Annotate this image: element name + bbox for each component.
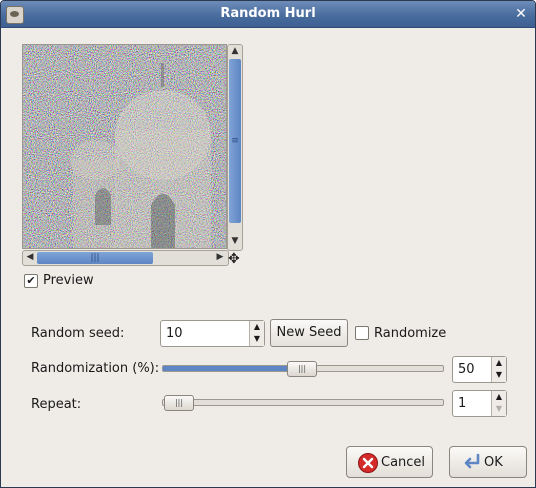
random-seed-stepper[interactable]: ▲ ▼ xyxy=(249,321,264,346)
preview-vertical-scrollbar[interactable]: ▲ ≡ ▼ xyxy=(227,44,243,251)
randomization-slider[interactable]: ||| xyxy=(162,361,444,377)
randomize-label[interactable]: Randomize xyxy=(374,326,446,341)
preview-image[interactable] xyxy=(22,44,227,249)
cancel-button[interactable]: Cancel xyxy=(346,446,433,478)
random-seed-label: Random seed: xyxy=(31,326,125,341)
repeat-value[interactable]: 1 xyxy=(458,396,466,411)
randomization-slider-fill xyxy=(163,366,301,371)
vertical-scroll-thumb[interactable]: ≡ xyxy=(229,59,241,223)
scroll-left-icon[interactable]: ◀ xyxy=(24,252,36,262)
increment-icon[interactable]: ▲ xyxy=(250,321,264,333)
repeat-label: Repeat: xyxy=(31,397,82,412)
repeat-stepper[interactable]: ▲ ▼ xyxy=(491,391,506,416)
preview-canvas xyxy=(23,45,226,248)
random-seed-spinbutton[interactable]: 10 ▲ ▼ xyxy=(160,320,265,347)
decrement-icon[interactable]: ▼ xyxy=(492,403,506,415)
random-hurl-dialog: Random Hurl ✕ ▲ ≡ ▼ ◀ ||| ▶ ✥ ✔ Preview … xyxy=(0,0,536,488)
increment-icon[interactable]: ▲ xyxy=(492,357,506,369)
repeat-slider[interactable]: ||| xyxy=(162,395,444,411)
ok-button[interactable]: OK xyxy=(449,446,527,478)
randomization-stepper[interactable]: ▲ ▼ xyxy=(491,357,506,382)
randomization-slider-handle[interactable]: ||| xyxy=(287,361,317,377)
preview-checkbox[interactable]: ✔ xyxy=(24,274,38,288)
cancel-icon xyxy=(358,453,378,473)
new-seed-button[interactable]: New Seed xyxy=(270,319,348,347)
ok-icon xyxy=(461,453,480,471)
decrement-icon[interactable]: ▼ xyxy=(250,333,264,345)
scroll-right-icon[interactable]: ▶ xyxy=(214,252,226,262)
move-icon[interactable]: ✥ xyxy=(228,251,240,267)
random-seed-value[interactable]: 10 xyxy=(166,326,183,341)
randomization-value[interactable]: 50 xyxy=(458,362,475,377)
decrement-icon[interactable]: ▼ xyxy=(492,369,506,381)
increment-icon[interactable]: ▲ xyxy=(492,391,506,403)
preview-horizontal-scrollbar[interactable]: ◀ ||| ▶ xyxy=(22,250,229,266)
scroll-up-icon[interactable]: ▲ xyxy=(229,46,241,56)
repeat-spinbutton[interactable]: 1 ▲ ▼ xyxy=(452,390,507,417)
close-icon[interactable]: ✕ xyxy=(513,6,529,22)
cancel-label: Cancel xyxy=(381,455,426,470)
randomization-spinbutton[interactable]: 50 ▲ ▼ xyxy=(452,356,507,383)
window-title: Random Hurl xyxy=(220,6,316,21)
preview-label[interactable]: Preview xyxy=(43,273,94,288)
repeat-slider-handle[interactable]: ||| xyxy=(164,395,194,411)
randomization-label: Randomization (%): xyxy=(31,361,160,376)
ok-label: OK xyxy=(484,455,503,470)
horizontal-scroll-thumb[interactable]: ||| xyxy=(37,252,153,264)
randomize-checkbox[interactable] xyxy=(355,326,369,340)
title-bar[interactable]: Random Hurl ✕ xyxy=(1,1,535,28)
scroll-down-icon[interactable]: ▼ xyxy=(229,236,241,246)
